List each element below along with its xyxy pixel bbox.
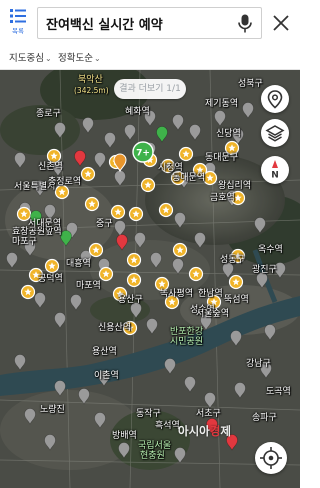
map-label: (342.5m) xyxy=(74,86,109,95)
map-label: 중구 xyxy=(96,219,113,229)
vaccine-site-star-marker[interactable] xyxy=(126,252,142,268)
chevron-down-icon: ⌄ xyxy=(44,54,52,63)
vaccine-site-star-marker[interactable] xyxy=(128,206,144,222)
map-label: 성북구 xyxy=(238,79,263,89)
vaccine-site-star-marker[interactable] xyxy=(20,284,36,300)
map-label: 북악산 xyxy=(78,75,103,85)
more-results-button[interactable]: 결과 더보기 1/1 xyxy=(114,79,186,99)
map-label: 용산역 xyxy=(92,347,117,357)
cluster-badge[interactable]: 7+ xyxy=(132,141,154,163)
vaccine-site-star-marker[interactable] xyxy=(178,146,194,162)
map-label: 신촌역 xyxy=(38,162,63,172)
top-bar: 목록 xyxy=(0,0,300,44)
map-label: 현충원 xyxy=(140,451,165,461)
map-label: 흑석역 xyxy=(155,421,180,431)
chevron-down-icon: ⌄ xyxy=(93,54,101,63)
map-label: 왕십리역 xyxy=(218,181,252,191)
map-label: 신용산역 xyxy=(98,323,132,333)
search-input[interactable] xyxy=(46,8,236,38)
map-label: 동대문역 xyxy=(172,173,206,183)
map-label: 충정로역 xyxy=(48,177,82,187)
location-button[interactable] xyxy=(261,85,289,113)
map-label: 송파구 xyxy=(252,413,277,423)
my-location-button[interactable] xyxy=(255,442,287,474)
map-label: 반포한강 xyxy=(170,327,204,337)
map-label: 강남구 xyxy=(246,359,271,369)
watermark: 아시아경제 xyxy=(178,423,231,439)
map-label: 노량진 xyxy=(40,405,65,415)
satellite-map[interactable]: 7+ 북악산 (342.5m) 성북구 종로구 동대문구 중구 용산구 성동구 광진구 서울특별시… xyxy=(0,70,300,488)
vaccine-site-star-marker[interactable] xyxy=(44,258,60,274)
map-label: 신당역 xyxy=(216,129,241,139)
vaccine-site-star-marker[interactable] xyxy=(140,177,156,193)
map-label: 한남역 xyxy=(198,289,223,299)
map-label: 동작구 xyxy=(136,409,161,419)
map-label: 혜화역 xyxy=(125,107,150,117)
vaccine-site-star-marker[interactable] xyxy=(126,272,142,288)
filter-map-center-label: 지도중심 xyxy=(9,53,44,64)
search-box xyxy=(37,7,262,39)
vaccine-site-star-marker[interactable] xyxy=(80,166,96,182)
map-label: 용산구 xyxy=(118,295,143,305)
map-label: 녹사평역 xyxy=(160,289,194,299)
map-label: 뚝섬역 xyxy=(224,295,249,305)
vaccine-site-star-marker[interactable] xyxy=(202,170,218,186)
watermark-accent: 경 xyxy=(209,424,221,438)
map-label: 제기동역 xyxy=(205,99,239,109)
layers-button[interactable] xyxy=(261,119,289,147)
map-label: 금호역 xyxy=(210,193,235,203)
map-label: 서초구 xyxy=(196,409,221,419)
filter-map-center[interactable]: 지도중심⌄ xyxy=(9,50,52,64)
map-label: 옥수역 xyxy=(258,245,283,255)
location-icon xyxy=(267,90,283,109)
map-label: 이촌역 xyxy=(94,371,119,381)
watermark-tail: 제 xyxy=(220,424,231,438)
filter-sort-accuracy[interactable]: 정확도순⌄ xyxy=(58,50,101,64)
map-label: 공덕역 xyxy=(38,274,63,284)
vaccine-site-star-marker[interactable] xyxy=(54,184,70,200)
vaccine-site-star-marker[interactable] xyxy=(158,202,174,218)
vaccine-site-star-marker[interactable] xyxy=(228,274,244,290)
map-label: 방배역 xyxy=(112,431,137,441)
map-label: 광진구 xyxy=(252,265,277,275)
map-label: 효창공원앞역 xyxy=(12,227,62,237)
compass-label: N xyxy=(271,171,279,181)
map-label: 성동구 xyxy=(220,255,245,265)
vaccine-site-star-marker[interactable] xyxy=(188,266,204,282)
vaccine-site-star-marker[interactable] xyxy=(110,204,126,220)
vaccine-site-star-marker[interactable] xyxy=(172,242,188,258)
map-label: 대흥역 xyxy=(66,259,91,269)
vaccine-site-star-marker[interactable] xyxy=(98,266,114,282)
vaccine-site-star-marker[interactable] xyxy=(46,148,62,164)
watermark-main: 아시아 xyxy=(178,424,210,438)
map-label: 시청역 xyxy=(158,163,183,173)
compass-icon: N xyxy=(271,160,279,181)
map-label: 종로구 xyxy=(36,109,61,119)
close-icon[interactable] xyxy=(272,14,290,32)
map-label: 마포역 xyxy=(76,281,101,291)
map-label: 국립서울 xyxy=(138,441,172,451)
list-icon xyxy=(10,9,26,23)
filter-bar: 지도중심⌄ 정확도순⌄ xyxy=(0,44,300,70)
layers-icon xyxy=(265,125,285,142)
filter-sort-accuracy-label: 정확도순 xyxy=(58,53,93,64)
app: 목록 지도중심⌄ 정확도순⌄ xyxy=(0,0,300,488)
list-view-label: 목록 xyxy=(12,27,24,35)
compass-button[interactable]: N xyxy=(261,156,289,184)
mic-icon[interactable] xyxy=(238,14,252,33)
map-label: 서울숲역 xyxy=(196,309,230,319)
map-label: 도곡역 xyxy=(266,387,291,397)
map-label: 동대문구 xyxy=(205,153,239,163)
list-view-button[interactable]: 목록 xyxy=(5,8,31,40)
map-label: 시민공원 xyxy=(170,337,204,347)
gps-icon xyxy=(260,447,282,469)
map-label: 서대문역 xyxy=(28,219,62,229)
map-label: 마포구 xyxy=(12,237,37,247)
vaccine-site-star-marker[interactable] xyxy=(88,242,104,258)
vaccine-site-star-marker[interactable] xyxy=(84,196,100,212)
cluster-badge-count: 7+ xyxy=(136,149,150,159)
